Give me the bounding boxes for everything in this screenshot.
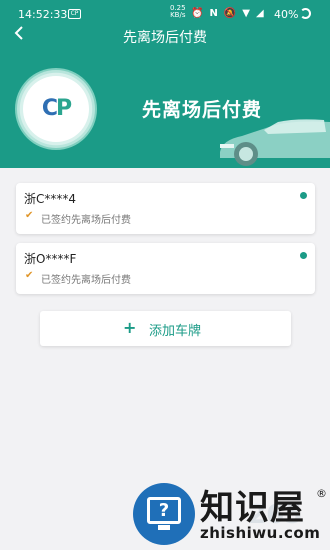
check-icon: ✔	[25, 210, 34, 221]
status-dot-icon	[300, 252, 307, 259]
vehicle-plate: 浙O****F	[24, 252, 77, 266]
network-speed: 0.25 KB/s	[170, 5, 186, 19]
watermark-url: zhishiwu.com	[200, 524, 321, 542]
cp-logo: CP	[41, 96, 72, 121]
help-monitor-icon: ?	[147, 497, 181, 524]
car-illustration	[220, 119, 330, 166]
vehicle-status: 已签约先离场后付费	[41, 275, 131, 286]
status-dot-icon	[300, 192, 307, 199]
battery-percent: 40%	[274, 8, 299, 21]
vehicle-status: 已签约先离场后付费	[41, 215, 131, 226]
monitor-stand-icon	[158, 525, 170, 530]
vehicle-card[interactable]: 浙C****4 ✔ 已签约先离场后付费	[16, 183, 315, 234]
alarm-icon: ⏰	[191, 8, 204, 19]
vehicle-card[interactable]: 浙O****F ✔ 已签约先离场后付费	[16, 243, 315, 294]
status-icons: ⏰ N 🔕 ▼ ◢	[191, 8, 264, 19]
plus-icon: +	[123, 318, 137, 337]
add-plate-button[interactable]: + 添加车牌	[40, 311, 291, 346]
page-title: 先离场后付费	[123, 30, 207, 46]
mute-icon: 🔕	[223, 8, 237, 19]
status-time: 14:52:33	[18, 8, 68, 21]
add-plate-label: 添加车牌	[149, 324, 202, 339]
nav-bar: 先离场后付费	[0, 24, 330, 48]
watermark-name: 知识屋	[200, 488, 305, 528]
app-notification-icon: CP	[68, 9, 81, 19]
header-banner: 14:52:33 CP 0.25 KB/s ⏰ N 🔕 ▼ ◢ 40% 先离场后…	[0, 0, 330, 168]
check-icon: ✔	[25, 270, 34, 281]
signal-icon: ◢	[255, 8, 264, 19]
vehicle-plate: 浙C****4	[24, 192, 77, 206]
wifi-icon: ▼	[242, 8, 250, 19]
battery-icon	[300, 8, 311, 19]
watermark-registered-mark: ®	[316, 487, 327, 500]
network-speed-unit: KB/s	[170, 11, 186, 19]
nfc-icon: N	[209, 8, 218, 19]
